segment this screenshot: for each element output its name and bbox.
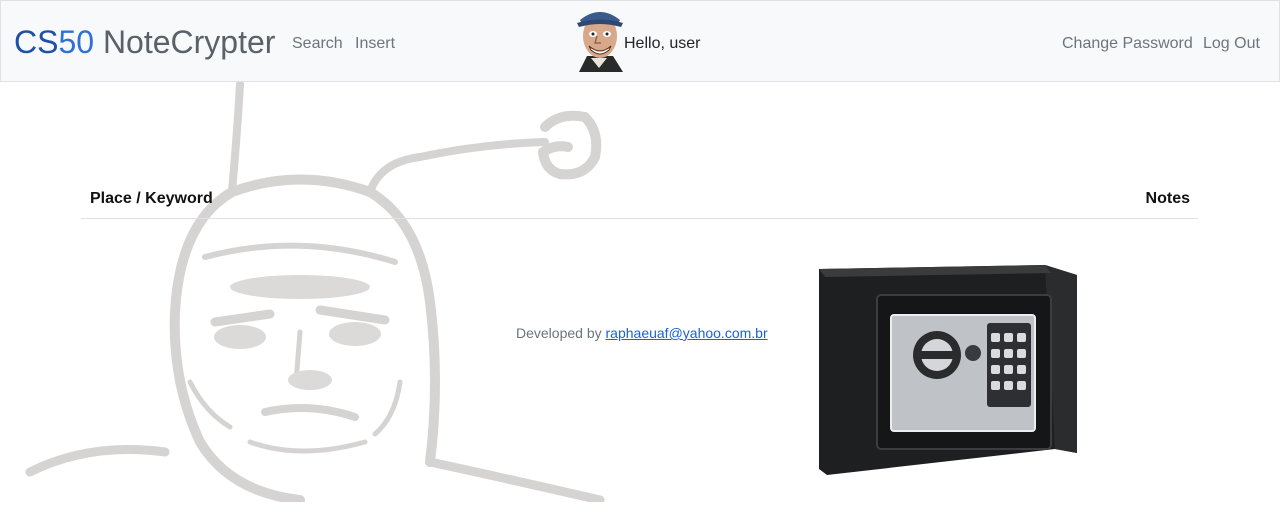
column-header-place-keyword: Place / Keyword — [90, 190, 213, 207]
brand-fifty: 50 — [58, 24, 95, 60]
greeting-text: Hello, user — [624, 35, 701, 52]
safe-image — [819, 265, 1077, 475]
brand-logo[interactable]: CS50 NoteCrypter — [14, 23, 275, 61]
brand-cs: CS — [14, 24, 59, 60]
developer-email-link[interactable]: raphaeuaf@yahoo.com.br — [606, 325, 768, 341]
nav-insert-link[interactable]: Insert — [355, 34, 395, 54]
nav-search-link[interactable]: Search — [292, 34, 343, 54]
background-character-image — [25, 82, 605, 502]
column-header-notes: Notes — [1145, 190, 1190, 207]
brand-name: NoteCrypter — [102, 24, 276, 60]
change-password-link[interactable]: Change Password — [1062, 34, 1193, 54]
navbar: CS50 NoteCrypter Search Insert Hello, us… — [0, 0, 1280, 82]
footer-credit: Developed by raphaeuaf@yahoo.com.br — [516, 324, 768, 342]
notes-table-header: Place / Keyword Notes — [81, 186, 1198, 219]
user-avatar — [577, 12, 623, 72]
logout-link[interactable]: Log Out — [1203, 34, 1260, 54]
footer-developed-by: Developed by — [516, 325, 602, 341]
